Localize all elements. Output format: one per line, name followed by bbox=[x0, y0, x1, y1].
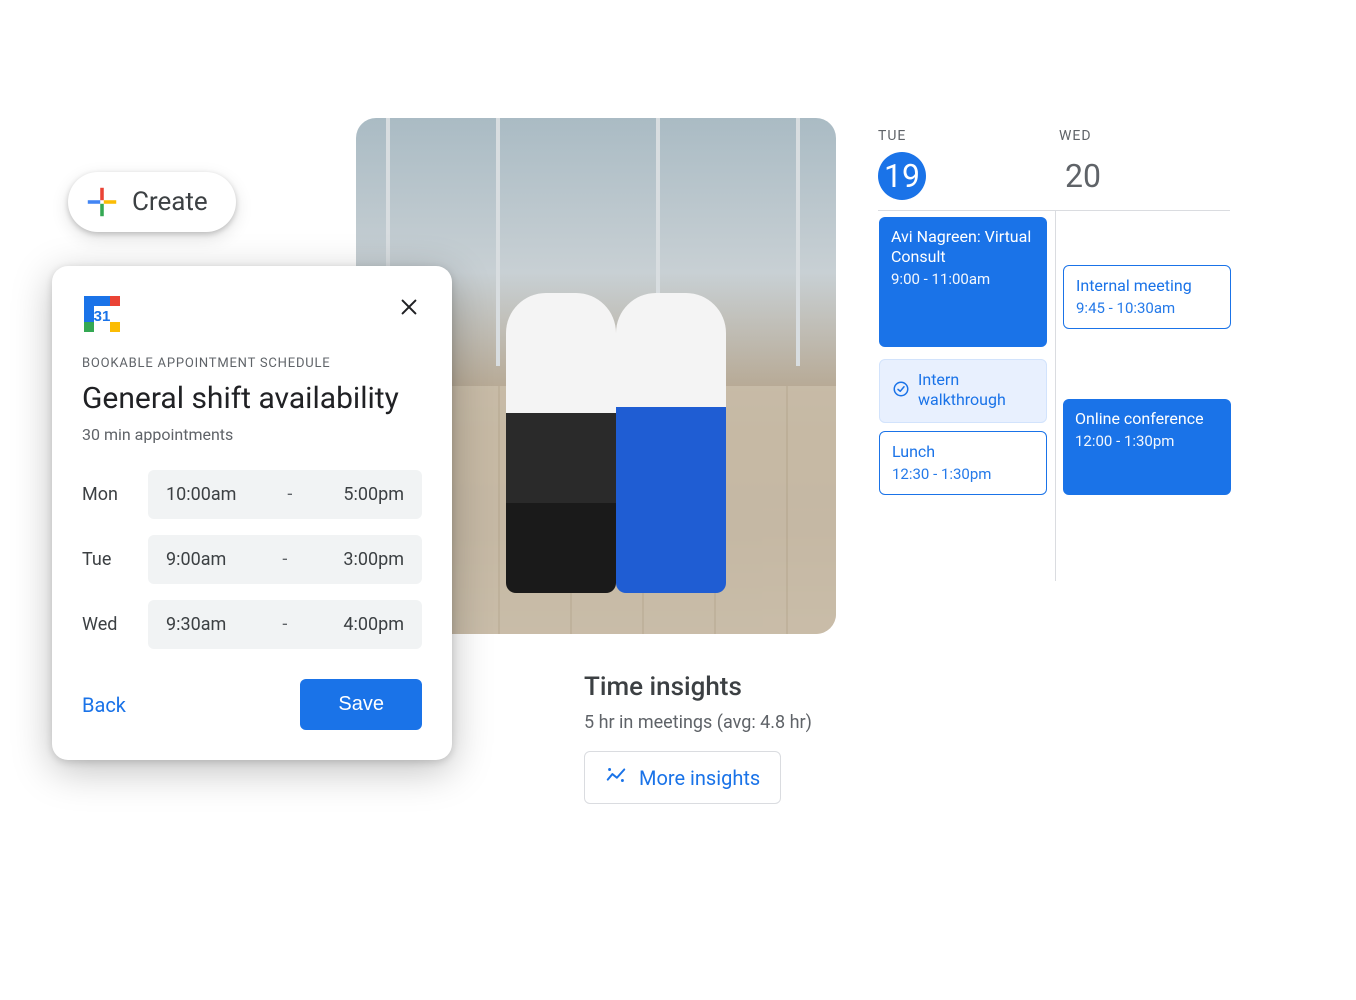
day-of-week: WED bbox=[1059, 128, 1092, 144]
create-button[interactable]: Create bbox=[68, 172, 236, 232]
plus-icon bbox=[86, 186, 118, 218]
start-time: 10:00am bbox=[166, 484, 236, 505]
create-label: Create bbox=[132, 187, 208, 217]
availability-row: Mon 10:00am - 5:00pm bbox=[82, 470, 422, 519]
start-time: 9:00am bbox=[166, 549, 226, 570]
day-label: Mon bbox=[82, 484, 130, 505]
availability-row: Tue 9:00am - 3:00pm bbox=[82, 535, 422, 584]
event-time: 12:30 - 1:30pm bbox=[892, 465, 991, 483]
modal-title: General shift availability bbox=[82, 381, 422, 417]
day-of-week: TUE bbox=[878, 128, 906, 144]
insights-summary: 5 hr in meetings (avg: 4.8 hr) bbox=[584, 712, 812, 733]
dash: - bbox=[287, 484, 292, 505]
close-icon[interactable] bbox=[396, 294, 422, 325]
day-label: Wed bbox=[82, 614, 130, 635]
time-range-input[interactable]: 10:00am - 5:00pm bbox=[148, 470, 422, 519]
check-circle-icon bbox=[892, 380, 910, 403]
svg-text:31: 31 bbox=[94, 308, 111, 325]
time-range-input[interactable]: 9:00am - 3:00pm bbox=[148, 535, 422, 584]
day-label: Tue bbox=[82, 549, 130, 570]
more-insights-label: More insights bbox=[639, 766, 760, 790]
availability-row: Wed 9:30am - 4:00pm bbox=[82, 600, 422, 649]
event-time: 9:45 - 10:30am bbox=[1076, 299, 1175, 317]
modal-subtitle: 30 min appointments bbox=[82, 425, 422, 444]
time-insights-panel: Time insights 5 hr in meetings (avg: 4.8… bbox=[584, 672, 812, 804]
end-time: 4:00pm bbox=[343, 614, 404, 635]
event-time: 9:00 - 11:00am bbox=[891, 270, 990, 288]
day-header[interactable]: WED 20 bbox=[1059, 128, 1230, 200]
calendar-event[interactable]: Avi Nagreen: Virtual Consult 9:00 - 11:00… bbox=[879, 217, 1047, 347]
calendar-event[interactable]: Lunch 12:30 - 1:30pm bbox=[879, 431, 1047, 495]
dash: - bbox=[282, 614, 287, 635]
start-time: 9:30am bbox=[166, 614, 226, 635]
event-title: Intern walkthrough bbox=[918, 370, 1034, 410]
appointment-modal: 31 BOOKABLE APPOINTMENT SCHEDULE General… bbox=[52, 266, 452, 760]
event-title: Avi Nagreen: Virtual Consult bbox=[891, 227, 1035, 267]
dash: - bbox=[282, 549, 287, 570]
calendar-grid: TUE 19 WED 20 Avi Nagreen: Virtual Consu… bbox=[878, 128, 1230, 581]
insights-heading: Time insights bbox=[584, 672, 812, 702]
save-button[interactable]: Save bbox=[300, 679, 422, 730]
calendar-event[interactable]: Internal meeting 9:45 - 10:30am bbox=[1063, 265, 1231, 329]
event-title: Lunch bbox=[892, 442, 1034, 462]
end-time: 3:00pm bbox=[343, 549, 404, 570]
calendar-logo-icon: 31 bbox=[82, 294, 122, 334]
day-number[interactable]: 19 bbox=[878, 152, 926, 200]
event-time: 12:00 - 1:30pm bbox=[1075, 432, 1174, 450]
calendar-event[interactable]: Online conference 12:00 - 1:30pm bbox=[1063, 399, 1231, 495]
more-insights-button[interactable]: More insights bbox=[584, 751, 781, 804]
calendar-event[interactable]: Intern walkthrough bbox=[879, 359, 1047, 423]
event-title: Internal meeting bbox=[1076, 276, 1218, 296]
day-number[interactable]: 20 bbox=[1059, 152, 1107, 200]
column-divider bbox=[1055, 211, 1056, 581]
modal-overline: BOOKABLE APPOINTMENT SCHEDULE bbox=[82, 356, 422, 371]
end-time: 5:00pm bbox=[343, 484, 404, 505]
back-button[interactable]: Back bbox=[82, 693, 126, 717]
insights-icon bbox=[605, 764, 627, 791]
day-header[interactable]: TUE 19 bbox=[878, 128, 1049, 200]
time-range-input[interactable]: 9:30am - 4:00pm bbox=[148, 600, 422, 649]
event-title: Online conference bbox=[1075, 409, 1219, 429]
